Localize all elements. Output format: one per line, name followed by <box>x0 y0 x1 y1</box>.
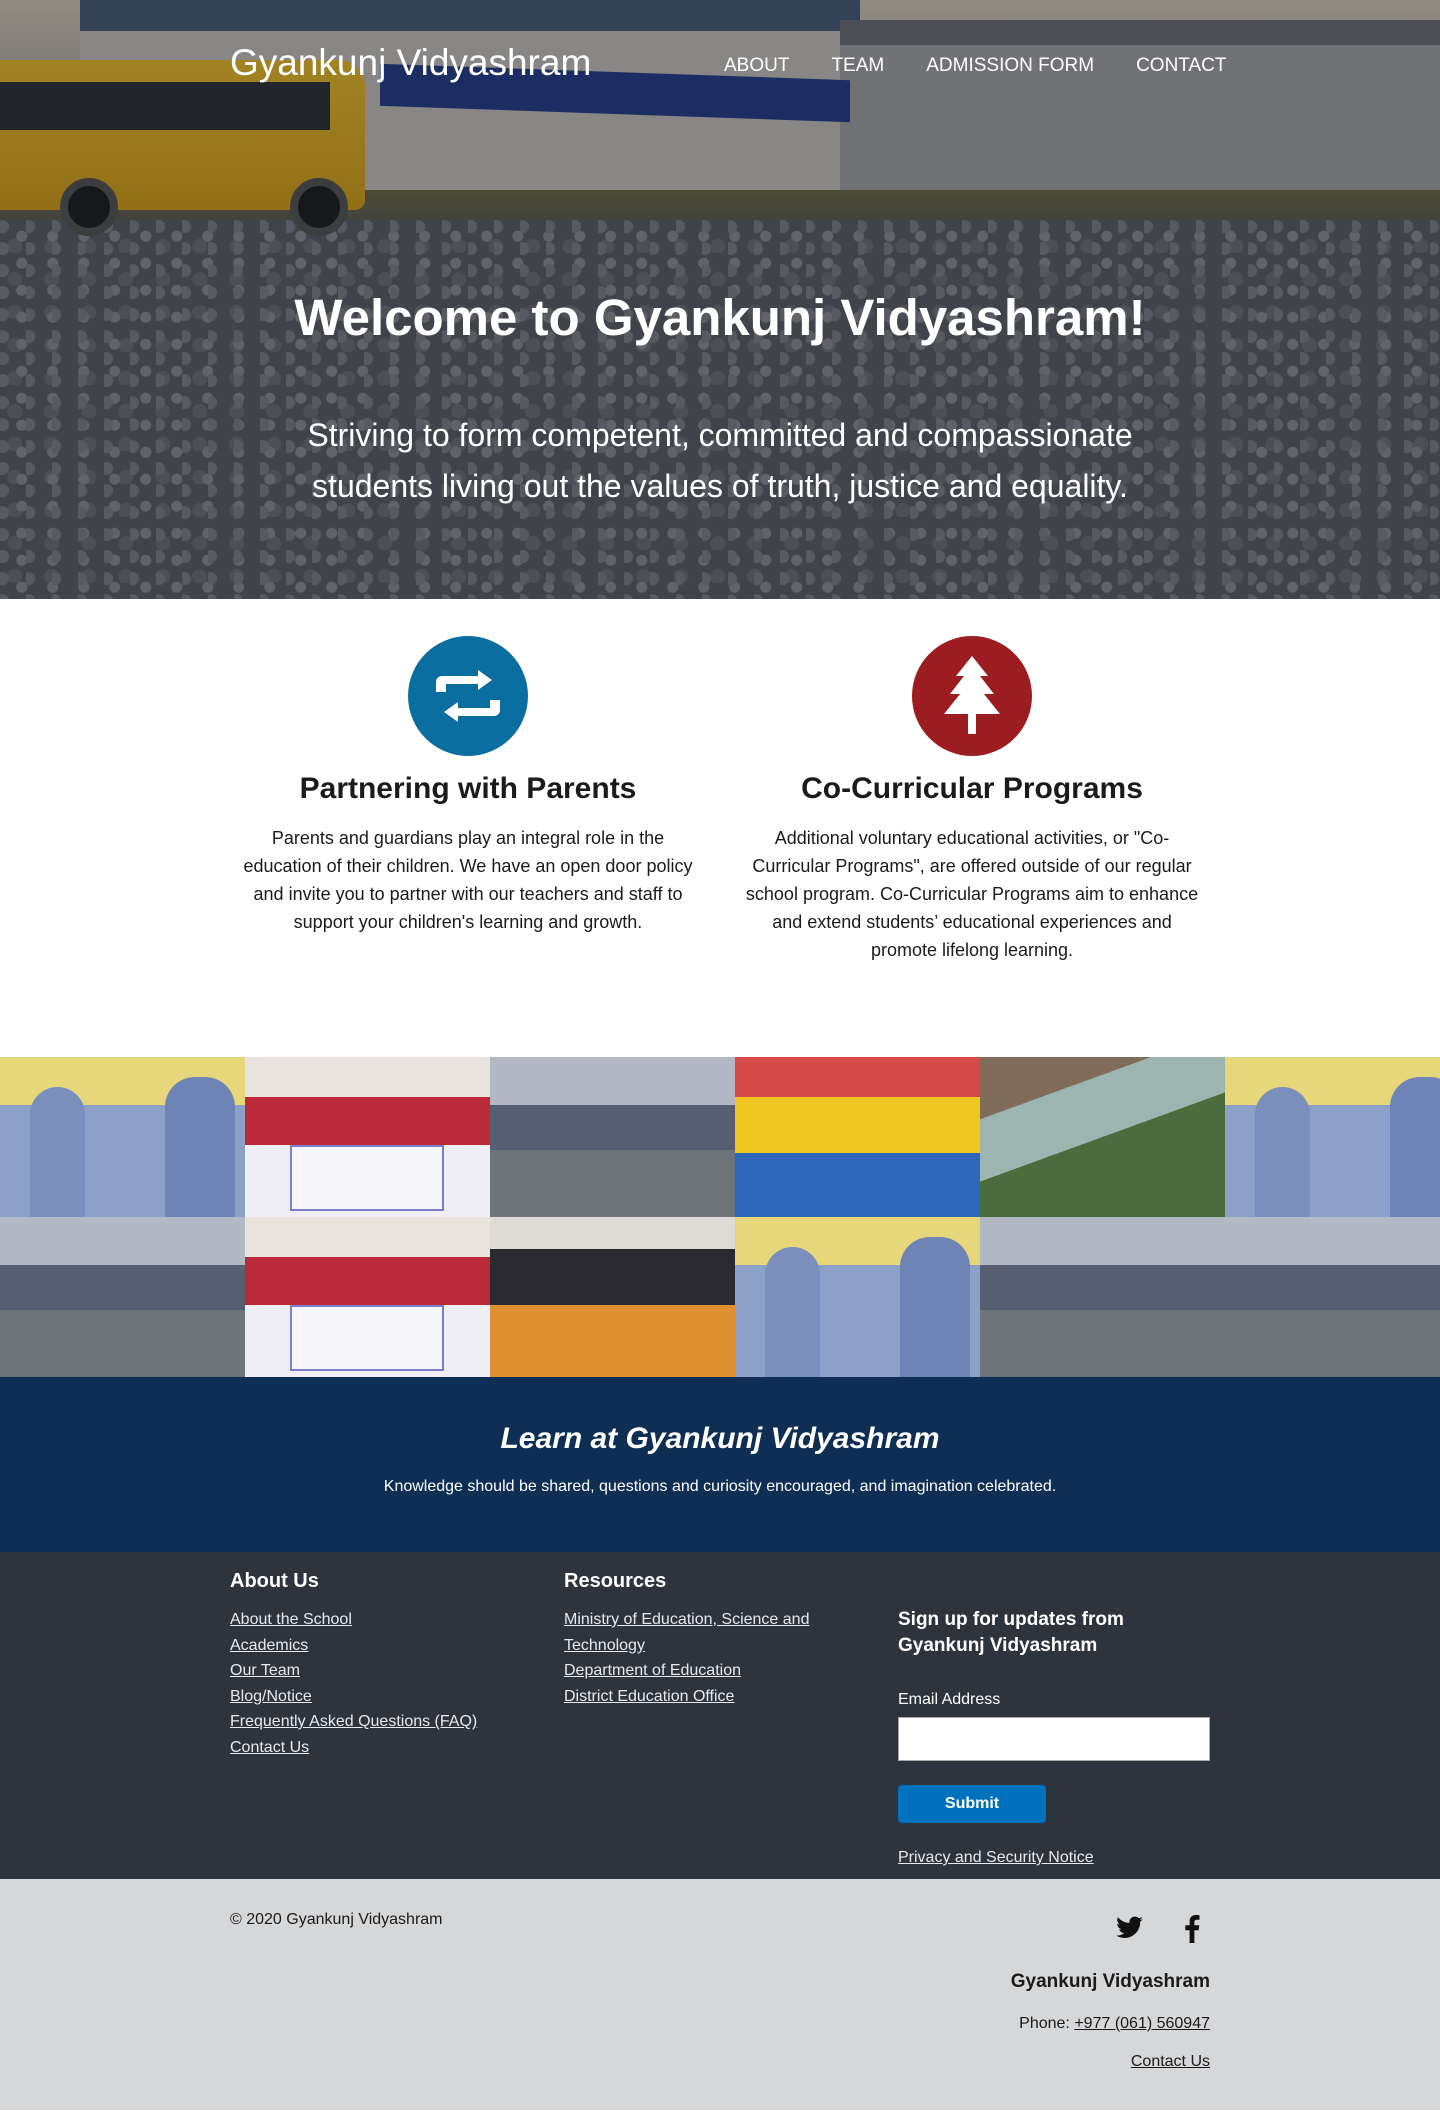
footer-link-about-school[interactable]: About the School <box>230 1607 477 1633</box>
gallery-photo-kids[interactable] <box>735 1057 980 1217</box>
nav-link-about[interactable]: ABOUT <box>724 55 789 77</box>
org-phone: Phone: +977 (061) 560947 <box>1011 2015 1210 2033</box>
footer-link-ministry[interactable]: Ministry of Education, Science and Techn… <box>564 1607 824 1658</box>
copyright-text: © 2020 Gyankunj Vidyashram <box>230 1911 443 1928</box>
hero-title: Welcome to Gyankunj Vidyashram! <box>294 289 1146 346</box>
gallery-photo-school[interactable] <box>490 1057 735 1217</box>
site-footer: About Us About the School Academics Our … <box>0 1552 1440 1879</box>
nav-link-admission-form[interactable]: ADMISSION FORM <box>926 55 1094 77</box>
footer-link-faq[interactable]: Frequently Asked Questions (FAQ) <box>230 1709 477 1735</box>
photo-gallery <box>0 1057 1440 1377</box>
contact-us-link[interactable]: Contact Us <box>1131 2053 1210 2070</box>
bottom-bar: © 2020 Gyankunj Vidyashram Gyankunj Vidy… <box>0 1879 1440 2110</box>
gallery-photo-greenhouse[interactable] <box>980 1057 1225 1217</box>
social-links <box>1112 1915 1210 1950</box>
nav-links: ABOUT TEAM ADMISSION FORM CONTACT <box>724 55 1227 77</box>
footer-link-department[interactable]: Department of Education <box>564 1658 824 1684</box>
feature-text: Additional voluntary educational activit… <box>745 828 1199 960</box>
site-brand[interactable]: Gyankunj Vidyashram <box>230 42 591 84</box>
phone-link[interactable]: +977 (061) 560947 <box>1074 2015 1210 2032</box>
feature-title: Co-Curricular Programs <box>801 772 1143 805</box>
privacy-notice-link[interactable]: Privacy and Security Notice <box>898 1849 1210 1867</box>
submit-button[interactable]: Submit <box>898 1785 1046 1823</box>
newsletter-signup: Sign up for updates from Gyankunj Vidyas… <box>898 1607 1210 1867</box>
footer-about-column: About Us About the School Academics Our … <box>230 1570 477 1760</box>
nav-link-contact[interactable]: CONTACT <box>1136 55 1226 77</box>
retweet-icon <box>408 636 528 756</box>
email-label: Email Address <box>898 1691 1001 1708</box>
email-field[interactable] <box>898 1717 1210 1761</box>
feature-text: Parents and guardians play an integral r… <box>243 828 693 932</box>
twitter-icon[interactable] <box>1112 1915 1148 1950</box>
footer-link-academics[interactable]: Academics <box>230 1633 477 1659</box>
org-name: Gyankunj Vidyashram <box>1010 1971 1210 1992</box>
footer-resources-column: Resources Ministry of Education, Science… <box>564 1570 824 1709</box>
nav-link-team[interactable]: TEAM <box>831 55 884 77</box>
hero-subtitle: Striving to form competent, committed an… <box>307 417 1133 504</box>
gallery-photo-students-awards[interactable] <box>0 1057 245 1217</box>
feature-co-curricular: Co-Curricular Programs Additional volunt… <box>737 636 1207 964</box>
gallery-photo-school[interactable] <box>0 1217 245 1377</box>
learn-text: Knowledge should be shared, questions an… <box>383 1478 1057 1495</box>
learn-title: Learn at Gyankunj Vidyashram <box>500 1422 940 1455</box>
phone-label: Phone: <box>1019 2015 1070 2032</box>
footer-resources-title: Resources <box>564 1570 667 1592</box>
bottom-contact: Contact Us <box>1011 2053 1210 2071</box>
signup-title: Sign up for updates from Gyankunj Vidyas… <box>898 1609 1124 1656</box>
facebook-icon[interactable] <box>1174 1915 1210 1950</box>
footer-link-contact[interactable]: Contact Us <box>230 1735 477 1761</box>
gallery-photo-banner[interactable] <box>245 1057 490 1217</box>
footer-link-our-team[interactable]: Our Team <box>230 1658 477 1684</box>
gallery-photo-students-awards[interactable] <box>735 1217 980 1377</box>
gallery-photo-students-awards[interactable] <box>1225 1057 1440 1217</box>
feature-partnering: Partnering with Parents Parents and guar… <box>233 636 703 936</box>
tree-icon <box>912 636 1032 756</box>
org-contact: Gyankunj Vidyashram Phone: +977 (061) 56… <box>1011 1971 1210 2071</box>
features-section: Partnering with Parents Parents and guar… <box>0 599 1440 1057</box>
gallery-photo-school[interactable] <box>980 1217 1225 1377</box>
footer-link-blog[interactable]: Blog/Notice <box>230 1684 477 1710</box>
footer-link-district-office[interactable]: District Education Office <box>564 1684 824 1710</box>
learn-banner: Learn at Gyankunj Vidyashram Knowledge s… <box>0 1377 1440 1552</box>
gallery-photo-banner[interactable] <box>245 1217 490 1377</box>
hero-banner: Gyankunj Vidyashram ABOUT TEAM ADMISSION… <box>0 0 1440 599</box>
top-navigation: Gyankunj Vidyashram ABOUT TEAM ADMISSION… <box>0 0 1440 130</box>
footer-about-title: About Us <box>230 1570 319 1592</box>
gallery-photo-boys-awards[interactable] <box>490 1217 735 1377</box>
feature-title: Partnering with Parents <box>299 772 637 805</box>
gallery-photo-school[interactable] <box>1225 1217 1440 1377</box>
